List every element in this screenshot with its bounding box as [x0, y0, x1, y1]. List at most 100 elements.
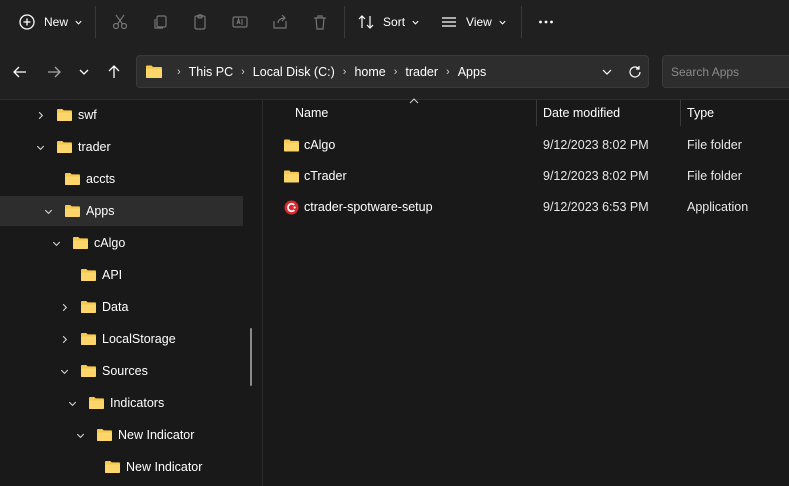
tree-item[interactable]: trader: [0, 132, 243, 162]
breadcrumb-this-pc[interactable]: This PC: [189, 65, 233, 79]
copy-button[interactable]: [140, 6, 180, 38]
folder-icon: [65, 205, 80, 217]
chevron-down-icon[interactable]: [34, 141, 46, 153]
breadcrumb-apps[interactable]: Apps: [458, 65, 487, 79]
view-label: View: [466, 15, 492, 29]
tree-item-label: accts: [86, 172, 116, 186]
new-button[interactable]: New: [10, 6, 91, 38]
arrow-left-icon: [13, 66, 26, 78]
chevron-down-icon[interactable]: [66, 397, 78, 409]
file-type: File folder: [687, 169, 742, 183]
plus-circle-icon: [19, 14, 35, 30]
paste-button[interactable]: [180, 6, 220, 38]
column-name-label: Name: [295, 106, 329, 120]
delete-icon: [314, 15, 327, 30]
column-divider[interactable]: [536, 100, 537, 126]
chevron-right-icon[interactable]: [34, 109, 46, 121]
file-row[interactable]: cTrader 9/12/2023 8:02 PM File folder: [277, 161, 787, 191]
chevron-down-icon[interactable]: [50, 237, 62, 249]
folder-icon: [57, 141, 72, 153]
tree-item-label: Sources: [102, 364, 148, 378]
toolbar-divider: [95, 6, 97, 38]
tree-item[interactable]: Indicators: [0, 388, 243, 418]
tree-item[interactable]: accts: [0, 164, 243, 194]
file-type: Application: [687, 200, 749, 214]
more-button[interactable]: [526, 6, 566, 38]
folder-icon: [284, 139, 299, 152]
folder-icon: [97, 429, 112, 441]
address-bar-actions: [600, 56, 642, 87]
cut-button[interactable]: [100, 6, 140, 38]
sidebar-scrollbar[interactable]: [250, 328, 252, 386]
tree-item-label: API: [102, 268, 123, 282]
forward-button[interactable]: [42, 62, 66, 82]
search-box[interactable]: [662, 55, 789, 88]
tree-item[interactable]: LocalStorage: [0, 324, 243, 354]
address-row: › This PC › Local Disk (C:) › home › tra…: [0, 44, 789, 100]
file-name: ctrader-spotware-setup: [304, 200, 433, 214]
share-icon: [273, 14, 287, 29]
breadcrumb-local-disk[interactable]: Local Disk (C:): [253, 65, 335, 79]
file-type: File folder: [687, 138, 742, 152]
view-button[interactable]: View: [432, 6, 515, 38]
tree-item[interactable]: swf: [0, 100, 243, 130]
tree-item[interactable]: New Indicator: [0, 420, 243, 450]
file-row[interactable]: ctrader-spotware-setup 9/12/2023 6:53 PM A…: [277, 192, 787, 222]
chevron-right-icon[interactable]: [58, 301, 70, 313]
tree-item[interactable]: API: [0, 260, 243, 290]
folder-icon: [73, 237, 88, 249]
more-icon: [538, 20, 553, 24]
tree-item-label: New Indicator: [118, 428, 195, 442]
tree-item[interactable]: New Indicator: [0, 452, 243, 482]
new-label: New: [44, 15, 69, 29]
rename-button[interactable]: [220, 6, 260, 38]
sort-button[interactable]: Sort: [349, 6, 428, 38]
chevron-down-icon: [79, 69, 89, 75]
column-header-name[interactable]: Name: [295, 100, 328, 126]
ctrader-app-icon: [284, 200, 299, 215]
breadcrumb-home[interactable]: home: [354, 65, 385, 79]
tree-item-label: LocalStorage: [102, 332, 176, 346]
share-button[interactable]: [260, 6, 300, 38]
recent-locations-button[interactable]: [72, 62, 96, 82]
chevron-right-icon[interactable]: [58, 333, 70, 345]
cut-icon: [112, 14, 128, 30]
column-divider[interactable]: [680, 100, 681, 126]
up-button[interactable]: [102, 62, 126, 82]
toolbar-divider: [344, 6, 346, 38]
tree-item[interactable]: cAlgo: [0, 228, 243, 258]
tree-item-label: swf: [78, 108, 97, 122]
tree-item-label: trader: [78, 140, 111, 154]
search-input[interactable]: [663, 56, 789, 87]
address-bar[interactable]: › This PC › Local Disk (C:) › home › tra…: [136, 55, 649, 88]
chevron-down-icon: [412, 20, 419, 25]
copy-icon: [154, 15, 167, 29]
back-button[interactable]: [8, 62, 32, 82]
chevron-down-icon: [499, 20, 506, 25]
delete-button[interactable]: [300, 6, 340, 38]
arrow-right-icon: [48, 66, 61, 78]
tree-item[interactable]: Apps: [0, 196, 243, 226]
breadcrumb-trader[interactable]: trader: [405, 65, 438, 79]
address-history-chevron-icon[interactable]: [600, 65, 614, 79]
folder-icon: [81, 365, 96, 377]
chevron-down-icon[interactable]: [74, 429, 86, 441]
folder-icon: [81, 269, 96, 281]
refresh-icon[interactable]: [628, 65, 642, 79]
navigation-pane: swf trader accts Apps cAlgo API Data LocalStora…: [0, 100, 248, 486]
chevron-down-icon[interactable]: [42, 205, 54, 217]
sort-icon: [358, 15, 374, 29]
toolbar-divider: [520, 6, 522, 38]
column-header-date[interactable]: Date modified: [543, 100, 620, 126]
file-date: 9/12/2023 8:02 PM: [543, 169, 649, 183]
rename-icon: [232, 16, 248, 28]
chevron-down-icon[interactable]: [58, 365, 70, 377]
column-header-type[interactable]: Type: [687, 100, 714, 126]
tree-item-label: Apps: [86, 204, 115, 218]
folder-icon: [81, 301, 96, 313]
file-list: Name Date modified Type cAlgo 9/12/2023 8…: [262, 98, 789, 486]
tree-item[interactable]: Sources: [0, 356, 243, 386]
file-row[interactable]: cAlgo 9/12/2023 8:02 PM File folder: [277, 130, 787, 160]
folder-icon: [81, 333, 96, 345]
tree-item[interactable]: Data: [0, 292, 243, 322]
